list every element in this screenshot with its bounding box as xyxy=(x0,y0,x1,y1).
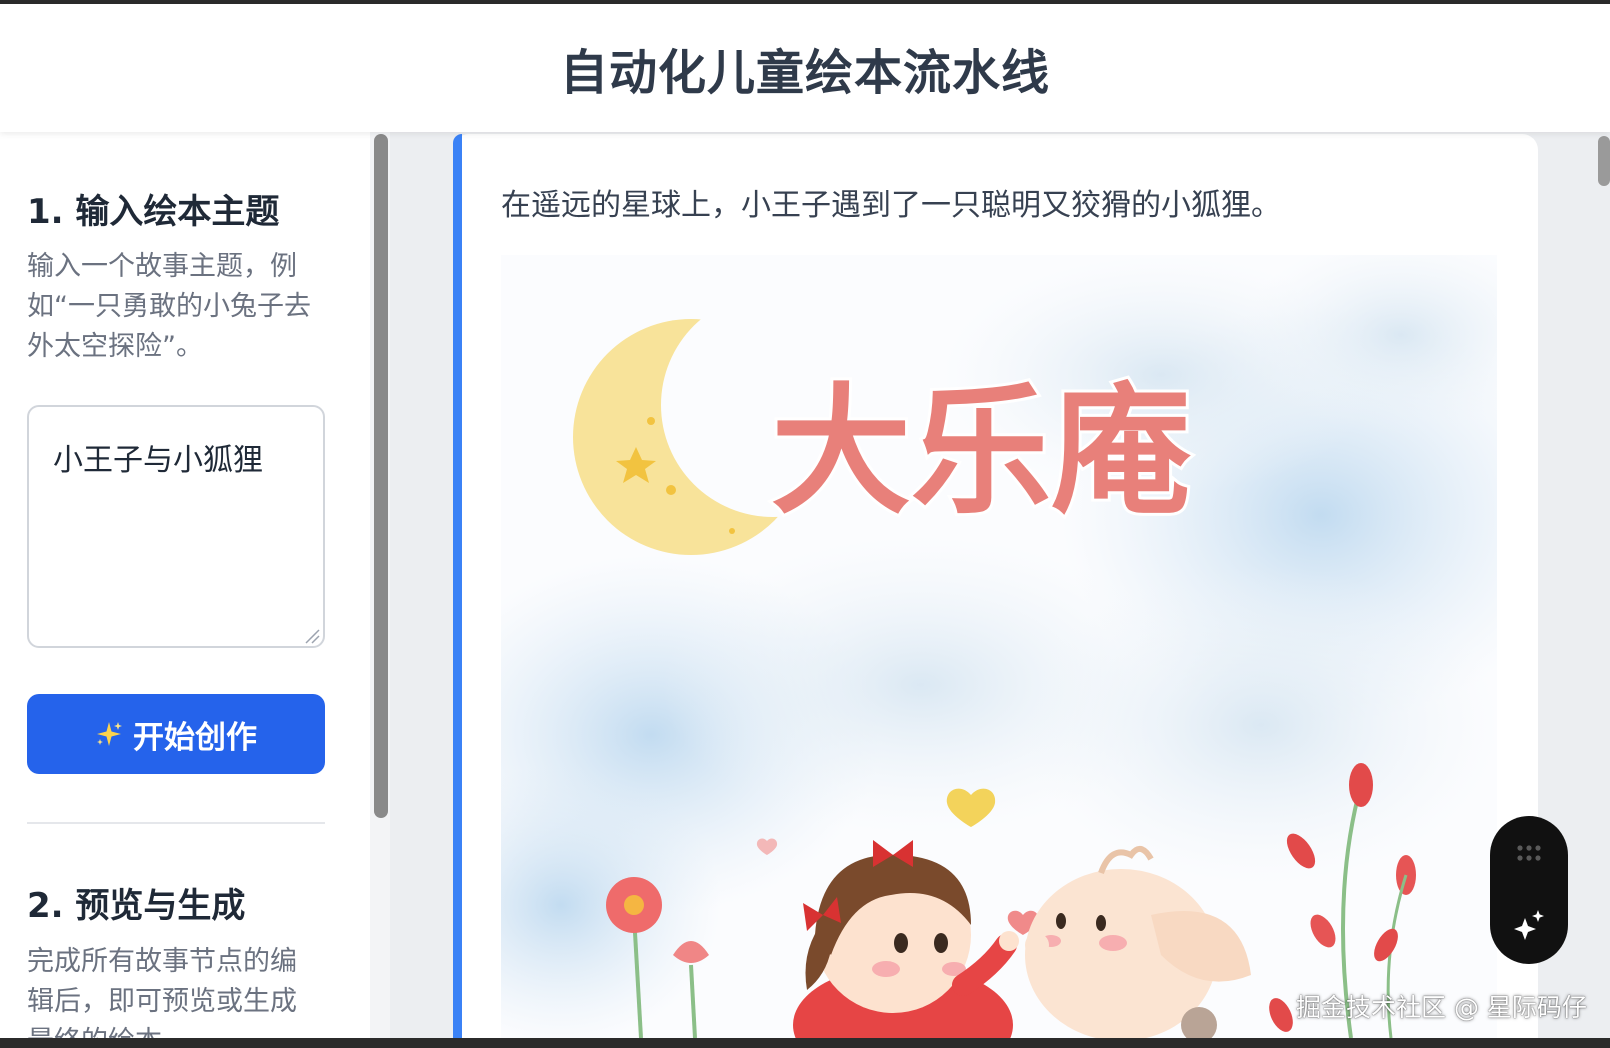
sidebar-scrollbar-thumb[interactable] xyxy=(374,134,388,818)
page-title: 自动化儿童绘本流水线 xyxy=(559,45,1050,101)
ai-sparkle-icon[interactable] xyxy=(1512,908,1546,942)
story-node-text: 在遥远的星球上，小王子遇到了一只聪明又狡猾的小狐狸。 xyxy=(501,188,1281,223)
step1-desc-line: 外太空探险”。 xyxy=(27,331,203,362)
step1-desc-line: 如“一只勇敢的小兔子去 xyxy=(27,291,311,322)
step2-title: 2. 预览与生成 xyxy=(27,886,246,926)
sparkle-icon xyxy=(97,722,122,746)
step2-desc-line: 完成所有故事节点的编 xyxy=(27,946,297,977)
floating-toolbar[interactable] xyxy=(1490,816,1568,964)
step1-title: 1. 输入绘本主题 xyxy=(27,192,280,232)
drag-handle-icon[interactable] xyxy=(1516,844,1542,862)
main-scrollbar-thumb[interactable] xyxy=(1598,136,1610,186)
story-card-accent xyxy=(453,134,462,1038)
sidebar-divider xyxy=(27,822,325,824)
resize-grip-icon[interactable] xyxy=(304,628,320,644)
watermark: 掘金技术社区 @ 星际码仔 xyxy=(1296,993,1587,1022)
app-header: 自动化儿童绘本流水线 xyxy=(0,4,1610,132)
window-bottom-border xyxy=(0,1038,1610,1048)
step2-description: 完成所有故事节点的编 辑后，即可预览或生成 最终的绘本 xyxy=(27,942,327,1038)
step2-desc-line: 辑后，即可预览或生成 xyxy=(27,986,297,1017)
theme-input[interactable]: 小王子与小狐狸 xyxy=(27,405,325,648)
story-illustration: 大乐庵 xyxy=(501,255,1497,1038)
start-create-button[interactable]: 开始创作 xyxy=(27,694,325,774)
illustration-title: 大乐庵 xyxy=(771,371,1191,534)
step1-desc-line: 输入一个故事主题，例 xyxy=(27,251,297,282)
step2-desc-line: 最终的绘本 xyxy=(27,1022,327,1038)
start-button-label: 开始创作 xyxy=(133,719,257,756)
step1-description: 输入一个故事主题，例 如“一只勇敢的小兔子去 外太空探险”。 xyxy=(27,247,327,367)
